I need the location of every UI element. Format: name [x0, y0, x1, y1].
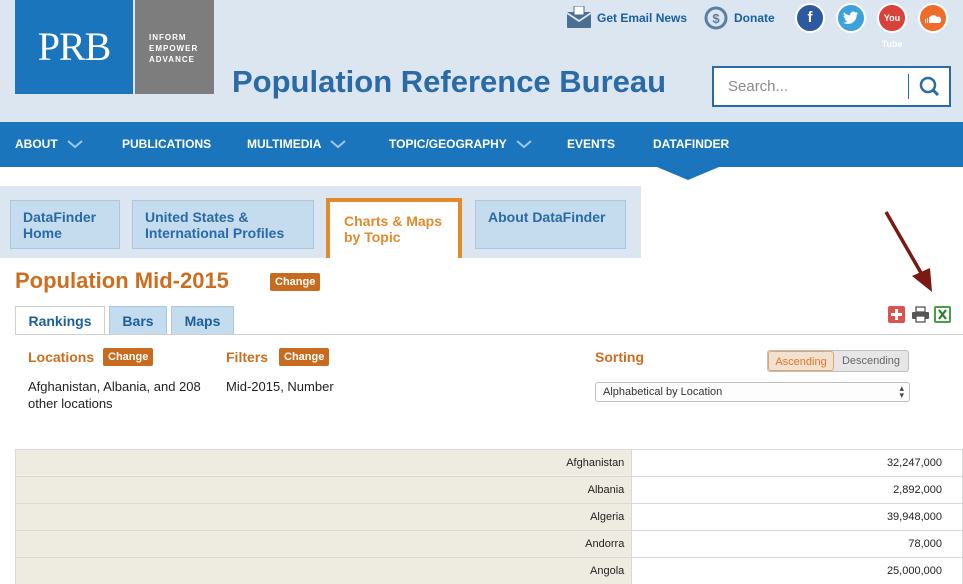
value-cell: 78,000 — [631, 530, 963, 558]
chevron-down-icon — [330, 139, 347, 148]
sort-ascending-button[interactable]: Ascending — [768, 351, 834, 371]
rankings-table: Afghanistan 32,247,000 Albania 2,892,000… — [14, 449, 963, 584]
filters-summary: Mid-2015, Number — [226, 379, 334, 394]
change-indicator-button[interactable]: Change — [270, 273, 321, 291]
select-caret-icon: ▴ ▾ — [899, 383, 904, 400]
print-icon[interactable] — [911, 306, 929, 323]
locations-heading: Locations — [28, 349, 95, 365]
change-filters-button[interactable]: Change — [279, 348, 330, 366]
twitter-icon[interactable] — [836, 3, 866, 33]
youtube-icon[interactable]: You Tube — [877, 3, 907, 49]
value-cell: 2,892,000 — [631, 476, 963, 504]
change-locations-button[interactable]: Change — [103, 348, 154, 366]
subtab-charts-maps[interactable]: Charts & Maps by Topic — [326, 198, 462, 258]
filters-heading: Filters — [226, 349, 269, 365]
email-news-label: Get Email News — [597, 11, 688, 25]
tagline-line: INFORM — [149, 33, 187, 42]
locations-summary: Afghanistan, Albania, and 208 other loca… — [28, 379, 201, 411]
location-cell: Afghanistan — [14, 449, 633, 477]
sort-by-value: Alphabetical by Location — [603, 386, 723, 398]
table-row: Andorra 78,000 — [14, 530, 963, 558]
prb-logo[interactable]: PRB — [15, 0, 133, 94]
value-cell: 39,948,000 — [631, 503, 963, 531]
location-cell: Angola — [14, 557, 633, 584]
search-icon — [919, 76, 940, 97]
svg-text:$: $ — [712, 11, 720, 26]
subtab-datafinder-home[interactable]: DataFinder Home — [10, 200, 120, 249]
facebook-icon[interactable]: f — [795, 3, 825, 33]
main-nav: ABOUT PUBLICATIONS MULTIMEDIA TOPIC/GEOG… — [0, 122, 963, 167]
value-cell: 32,247,000 — [631, 449, 963, 477]
tab-bars[interactable]: Bars — [109, 306, 167, 334]
tab-maps[interactable]: Maps — [171, 306, 234, 334]
nav-label: PUBLICATIONS — [122, 137, 212, 151]
tagline-line: EMPOWER — [149, 44, 199, 53]
nav-publications[interactable]: PUBLICATIONS — [122, 137, 211, 151]
value-cell: 25,000,000 — [631, 557, 963, 584]
table-row: Algeria 39,948,000 — [14, 503, 963, 531]
location-cell: Andorra — [14, 530, 633, 558]
nav-multimedia[interactable]: MULTIMEDIA — [247, 137, 347, 151]
nav-topic-geography[interactable]: TOPIC/GEOGRAPHY — [389, 137, 532, 151]
table-row: Angola 25,000,000 — [14, 557, 963, 584]
donate-icon: $ — [704, 6, 728, 30]
nav-about[interactable]: ABOUT — [15, 137, 83, 151]
donate-link[interactable]: $ Donate — [703, 6, 775, 30]
logo-tagline: INFORM EMPOWER ADVANCE — [135, 0, 214, 94]
nav-label: MULTIMEDIA — [247, 137, 322, 151]
search-button[interactable] — [908, 74, 947, 99]
nav-datafinder[interactable]: DATAFINDER — [653, 137, 729, 151]
tab-rankings[interactable]: Rankings — [15, 306, 105, 335]
sort-order-toggle: Ascending Descending — [767, 350, 909, 372]
nav-label: DATAFINDER — [653, 137, 730, 151]
sort-descending-button[interactable]: Descending — [834, 351, 908, 371]
nav-label: EVENTS — [567, 137, 616, 151]
subtab-profiles[interactable]: United States & International Profiles — [132, 200, 314, 249]
site-title[interactable]: Population Reference Bureau — [232, 64, 666, 100]
chevron-down-icon — [67, 139, 83, 148]
active-nav-indicator — [657, 167, 719, 180]
table-row: Albania 2,892,000 — [14, 476, 963, 504]
annotation-arrow — [884, 211, 932, 292]
page-title: Population Mid-2015 — [15, 268, 229, 293]
location-cell: Algeria — [14, 503, 633, 531]
nav-label: ABOUT — [15, 137, 58, 151]
search-box — [712, 66, 951, 107]
search-input[interactable] — [714, 68, 904, 105]
tab-divider — [15, 334, 963, 335]
subtab-about-datafinder[interactable]: About DataFinder — [475, 200, 626, 249]
donate-label: Donate — [734, 11, 775, 25]
sort-by-select[interactable]: Alphabetical by Location ▴ ▾ — [595, 382, 910, 402]
nav-events[interactable]: EVENTS — [567, 137, 615, 151]
envelope-icon — [566, 6, 592, 28]
table-row: Afghanistan 32,247,000 — [14, 449, 963, 477]
nav-label: TOPIC/GEOGRAPHY — [389, 137, 507, 151]
add-icon[interactable] — [888, 306, 905, 323]
sorting-heading: Sorting — [595, 349, 644, 365]
chevron-down-icon — [516, 139, 532, 148]
soundcloud-icon[interactable] — [918, 3, 948, 33]
location-cell: Albania — [14, 476, 633, 504]
email-news-link[interactable]: Get Email News — [566, 6, 687, 30]
tagline-line: ADVANCE — [149, 55, 195, 64]
excel-export-icon[interactable] — [934, 306, 951, 323]
site-header: PRB INFORM EMPOWER ADVANCE Population Re… — [0, 0, 963, 122]
